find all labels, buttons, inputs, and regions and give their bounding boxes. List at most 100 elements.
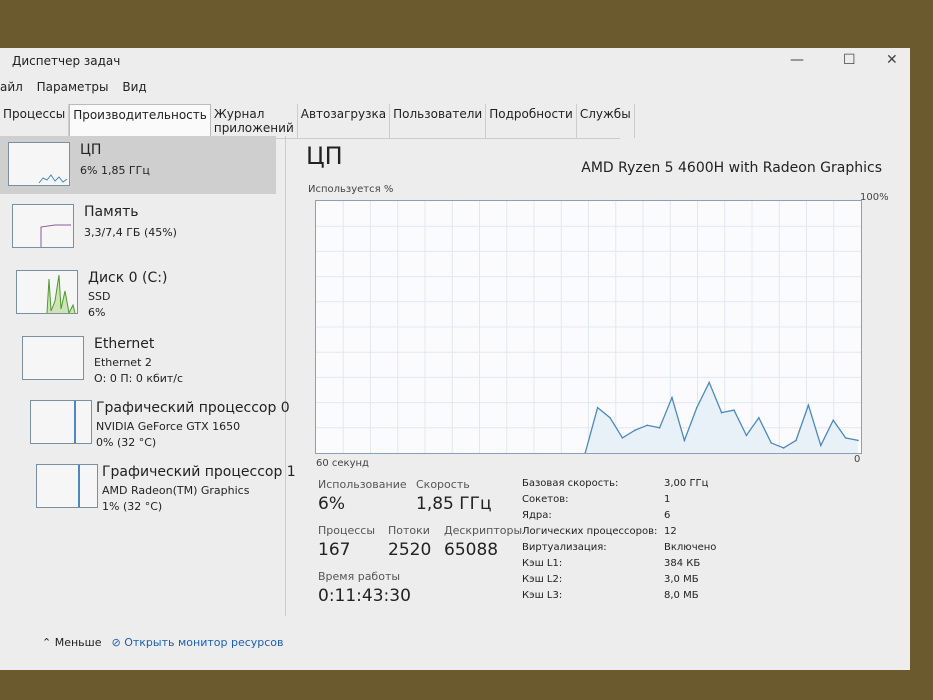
item-name: Память: [84, 204, 139, 220]
cpu-data-point: [745, 434, 748, 437]
item-usage: 0% (32 °C): [96, 436, 157, 449]
cpu-data-point: [683, 439, 686, 442]
cpu-data-point: [770, 442, 772, 444]
item-detail: Ethernet 2: [94, 356, 152, 369]
cpu-data-point: [832, 419, 834, 422]
handles-value: 65088: [444, 540, 499, 560]
footer: ⌃ Меньше ⊘ Открыть монитор ресурсов: [42, 636, 284, 649]
tab-app-history[interactable]: Журнал приложений: [211, 104, 298, 138]
close-button[interactable]: ✕: [886, 52, 898, 68]
spec-value: 3,0 МБ: [664, 574, 699, 585]
cpu-data-point: [844, 437, 847, 439]
menu-view[interactable]: Вид: [122, 80, 146, 94]
speed-label: Скорость: [416, 478, 470, 491]
sidebar-item-cpu[interactable]: ЦП 6% 1,85 ГГц: [0, 136, 276, 194]
spec-label: Логических процессоров:: [522, 526, 658, 537]
spec-label: Кэш L2:: [522, 574, 563, 585]
cpu-data-point: [857, 439, 859, 442]
spec-value: 384 КБ: [664, 558, 701, 569]
tab-processes[interactable]: Процессы: [0, 104, 70, 138]
minimize-button[interactable]: —: [790, 52, 804, 68]
usage-label: Использование: [318, 478, 407, 491]
cpu-data-point: [609, 416, 611, 419]
spec-value: 3,00 ГГц: [664, 478, 709, 489]
x-axis-label: 60 секунд: [316, 458, 369, 469]
spec-value: 12: [664, 526, 677, 537]
spec-label: Кэш L1:: [522, 558, 563, 569]
processes-label: Процессы: [318, 524, 376, 537]
sidebar-item-gpu0[interactable]: Графический процессор 0 NVIDIA GeForce G…: [22, 394, 292, 456]
item-detail: AMD Radeon(TM) Graphics: [102, 484, 250, 497]
memory-thumbnail: [12, 204, 74, 248]
cpu-data-point: [634, 429, 636, 432]
item-detail: 3,3/7,4 ГБ (45%): [84, 226, 177, 239]
gpu1-thumbnail: [36, 464, 98, 508]
cpu-data-point: [646, 424, 648, 427]
spec-value: Включено: [664, 542, 717, 553]
cpu-data-point: [596, 406, 599, 409]
resource-sidebar: ЦП 6% 1,85 ГГц Память 3,3/7,4 ГБ (45%) Д…: [0, 136, 296, 616]
processes-value: 167: [318, 540, 351, 560]
cpu-area: [585, 382, 858, 453]
cpu-data-point: [696, 406, 698, 409]
cpu-model: AMD Ryzen 5 4600H with Radeon Graphics: [581, 160, 882, 176]
item-usage: 6%: [88, 306, 106, 319]
item-detail: 6% 1,85 ГГц: [80, 164, 150, 177]
open-resource-monitor-link[interactable]: ⊘ Открыть монитор ресурсов: [112, 636, 284, 649]
cpu-data-point: [733, 409, 735, 411]
cpu-data-point: [720, 411, 723, 414]
item-usage: 1% (32 °C): [102, 500, 163, 513]
spec-label: Сокетов:: [522, 494, 569, 505]
uptime-value: 0:11:43:30: [318, 586, 411, 606]
cpu-data-point: [782, 447, 785, 449]
cpu-data-point: [671, 396, 673, 399]
item-name: Графический процессор 1: [102, 464, 296, 480]
sidebar-item-disk[interactable]: Диск 0 (C:) SSD 6%: [8, 264, 284, 326]
menu-bar: айл Параметры Вид: [0, 80, 157, 94]
spec-label: Кэш L3:: [522, 590, 563, 601]
menu-file[interactable]: айл: [0, 80, 23, 94]
menu-options[interactable]: Параметры: [37, 80, 109, 94]
resource-monitor-label: Открыть монитор ресурсов: [124, 636, 284, 649]
tab-services[interactable]: Службы: [577, 104, 635, 138]
y-axis-label: Используется %: [308, 184, 394, 195]
speed-value: 1,85 ГГц: [416, 494, 492, 514]
handles-label: Дескрипторы: [444, 524, 523, 537]
fewer-details-label: Меньше: [54, 636, 102, 649]
cpu-data-point: [820, 444, 822, 447]
cpu-data-point: [795, 439, 797, 442]
spec-value: 8,0 МБ: [664, 590, 699, 601]
cpu-data-point: [807, 404, 810, 406]
tab-details[interactable]: Подробности: [486, 104, 577, 138]
spec-label: Базовая скорость:: [522, 478, 619, 489]
fewer-details-button[interactable]: ⌃ Меньше: [42, 636, 102, 649]
tab-performance[interactable]: Производительность: [69, 104, 211, 138]
cpu-usage-graph: [315, 200, 862, 454]
threads-value: 2520: [388, 540, 432, 560]
spec-value: 1: [664, 494, 671, 505]
maximize-button[interactable]: ☐: [843, 52, 856, 68]
window-title: Диспетчер задач: [12, 54, 121, 68]
cpu-data-point: [758, 416, 760, 419]
cpu-data-point: [658, 427, 661, 429]
item-detail: NVIDIA GeForce GTX 1650: [96, 420, 241, 433]
disk-thumbnail: [16, 270, 78, 315]
ethernet-thumbnail: [22, 336, 84, 380]
sidebar-item-ethernet[interactable]: Ethernet Ethernet 2 О: 0 П: 0 кбит/с: [14, 330, 290, 392]
item-name: Графический процессор 0: [96, 400, 290, 416]
threads-label: Потоки: [388, 524, 430, 537]
item-detail: SSD: [88, 290, 111, 303]
sidebar-item-gpu1[interactable]: Графический процессор 1 AMD Radeon(TM) G…: [28, 458, 298, 520]
tab-startup[interactable]: Автозагрузка: [298, 104, 391, 138]
task-manager-window: Диспетчер задач — ☐ ✕ айл Параметры Вид …: [0, 48, 910, 670]
cpu-data-point: [621, 437, 624, 439]
cpu-panel: ЦП AMD Ryzen 5 4600H with Radeon Graphic…: [300, 136, 890, 636]
y-max-label: 100%: [860, 192, 889, 203]
sidebar-item-memory[interactable]: Память 3,3/7,4 ГБ (45%): [4, 198, 280, 256]
spec-label: Ядра:: [522, 510, 552, 521]
item-name: Ethernet: [94, 336, 155, 352]
y-min-label: 0: [854, 454, 861, 465]
spec-label: Виртуализация:: [522, 542, 607, 553]
item-throughput: О: 0 П: 0 кбит/с: [94, 372, 184, 385]
tab-users[interactable]: Пользователи: [390, 104, 487, 138]
